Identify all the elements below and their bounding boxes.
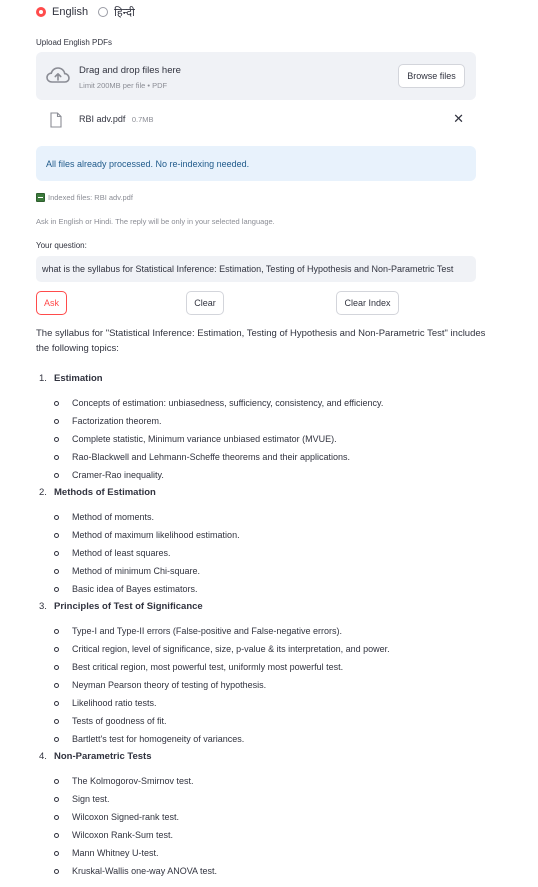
answer-block: The syllabus for "Statistical Inference:… — [36, 326, 486, 880]
list-item: Wilcoxon Signed-rank test. — [36, 808, 486, 826]
list-item: Type-I and Type-II errors (False-positiv… — [36, 622, 486, 640]
list-item: Cramer-Rao inequality. — [36, 466, 486, 484]
question-input[interactable] — [36, 256, 476, 282]
list-item: Mann Whitney U-test. — [36, 844, 486, 862]
browse-files-button[interactable]: Browse files — [398, 64, 465, 88]
file-size: 0.7MB — [131, 115, 154, 124]
section-bullets: The Kolmogorov-Smirnov test. Sign test. … — [36, 772, 486, 880]
section-number: 3. — [39, 601, 47, 612]
app-page: English हिन्दी Upload English PDFs Drag … — [0, 0, 538, 887]
section-bullets: Concepts of estimation: unbiasedness, su… — [36, 394, 486, 484]
section-title: 4. Non-Parametric Tests — [36, 748, 486, 766]
section-number: 2. — [39, 487, 47, 498]
radio-hindi-indicator[interactable] — [98, 7, 109, 17]
clear-index-button[interactable]: Clear Index — [336, 291, 399, 315]
list-item: Best critical region, most powerful test… — [36, 658, 486, 676]
answer-section: 1. Estimation Concepts of estimation: un… — [36, 370, 486, 484]
uploader-label: Upload English PDFs — [36, 38, 113, 47]
list-item: Bartlett's test for homogeneity of varia… — [36, 730, 486, 748]
list-item: Critical region, level of significance, … — [36, 640, 486, 658]
list-item: Kruskal-Wallis one-way ANOVA test. — [36, 862, 486, 880]
indexed-files-text: Indexed files: RBI adv.pdf — [48, 193, 133, 202]
info-alert: All files already processed. No re-index… — [36, 146, 476, 181]
cloud-upload-icon — [46, 67, 70, 83]
language-radio-group: English हिन्दी — [36, 4, 145, 20]
section-title-text: Methods of Estimation — [54, 487, 156, 498]
file-icon — [50, 112, 62, 128]
uploaded-file-name: RBI adv.pdf 0.7MB — [79, 114, 154, 124]
list-item: Method of least squares. — [36, 544, 486, 562]
list-item: Method of minimum Chi-square. — [36, 562, 486, 580]
section-title-text: Non-Parametric Tests — [54, 751, 152, 762]
close-icon[interactable]: ✕ — [453, 112, 464, 126]
answer-intro: The syllabus for "Statistical Inference:… — [36, 328, 486, 354]
uploaded-file-row: RBI adv.pdf 0.7MB ✕ — [36, 108, 476, 134]
info-alert-text: All files already processed. No re-index… — [46, 158, 250, 169]
list-item: The Kolmogorov-Smirnov test. — [36, 772, 486, 790]
list-item: Concepts of estimation: unbiasedness, su… — [36, 394, 486, 412]
section-title: 2. Methods of Estimation — [36, 484, 486, 502]
list-item: Tests of goodness of fit. — [36, 712, 486, 730]
list-item: Likelihood ratio tests. — [36, 694, 486, 712]
list-item: Neyman Pearson theory of testing of hypo… — [36, 676, 486, 694]
dropzone-limit: Limit 200MB per file • PDF — [79, 81, 168, 90]
question-label: Your question: — [36, 241, 87, 250]
radio-hindi[interactable]: हिन्दी — [98, 5, 135, 20]
radio-english-indicator[interactable] — [36, 7, 46, 17]
section-number: 1. — [39, 373, 47, 384]
list-item: Basic idea of Bayes estimators. — [36, 580, 486, 598]
answer-section: 3. Principles of Test of Significance Ty… — [36, 598, 486, 748]
radio-english[interactable]: English — [36, 6, 88, 18]
answer-section: 2. Methods of Estimation Method of momen… — [36, 484, 486, 598]
section-title-text: Estimation — [54, 373, 103, 384]
ask-button[interactable]: Ask — [36, 291, 67, 315]
dropzone-title: Drag and drop files here — [79, 65, 181, 76]
section-title: 1. Estimation — [36, 370, 486, 388]
section-bullets: Type-I and Type-II errors (False-positiv… — [36, 622, 486, 748]
section-number: 4. — [39, 751, 47, 762]
radio-hindi-label: हिन्दी — [114, 6, 135, 19]
clear-button[interactable]: Clear — [186, 291, 224, 315]
list-item: Method of maximum likelihood estimation. — [36, 526, 486, 544]
list-item: Sign test. — [36, 790, 486, 808]
section-bullets: Method of moments. Method of maximum lik… — [36, 508, 486, 598]
list-item: Factorization theorem. — [36, 412, 486, 430]
section-title-text: Principles of Test of Significance — [54, 601, 203, 612]
file-name-text: RBI adv.pdf — [79, 114, 126, 124]
file-dropzone[interactable]: Drag and drop files here Limit 200MB per… — [36, 52, 476, 100]
list-item: Method of moments. — [36, 508, 486, 526]
indexed-files: Indexed files: RBI adv.pdf — [36, 193, 133, 202]
radio-english-label: English — [52, 6, 89, 18]
list-item: Wilcoxon Rank-Sum test. — [36, 826, 486, 844]
answer-section: 4. Non-Parametric Tests The Kolmogorov-S… — [36, 748, 486, 880]
list-item: Complete statistic, Minimum variance unb… — [36, 430, 486, 448]
help-caption: Ask in English or Hindi. The reply will … — [36, 217, 275, 226]
section-title: 3. Principles of Test of Significance — [36, 598, 486, 616]
list-item: Rao-Blackwell and Lehmann-Scheffe theore… — [36, 448, 486, 466]
file-cabinet-icon — [36, 193, 45, 202]
